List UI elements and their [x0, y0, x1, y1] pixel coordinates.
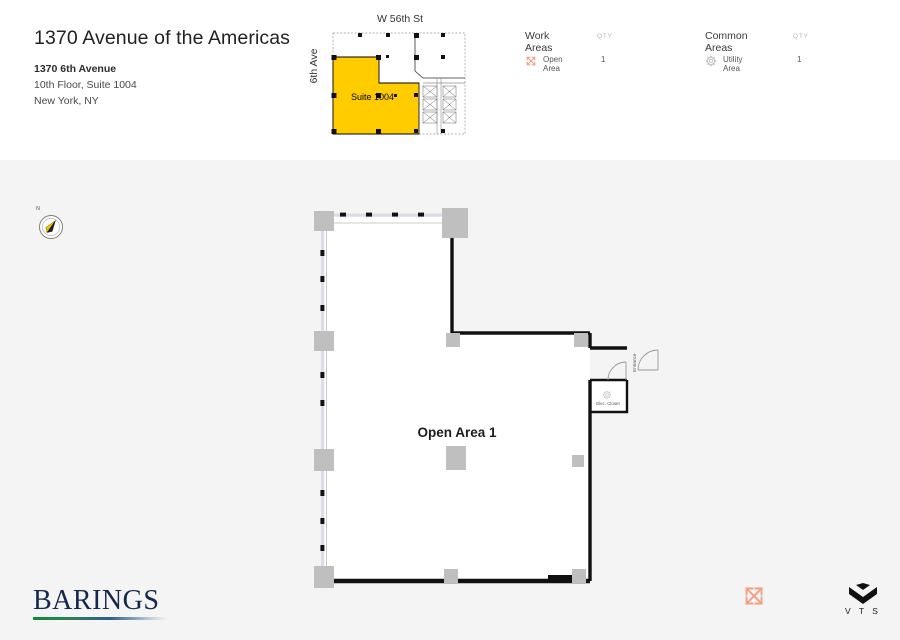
- legend-label-utility-area: Utility Area: [723, 55, 743, 73]
- page-title: 1370 Avenue of the Americas: [34, 27, 291, 49]
- key-plan-graphic: Suite 1004: [331, 32, 466, 135]
- legend-common-qty-header: QTY: [793, 33, 809, 40]
- gear-icon: [705, 55, 717, 67]
- bottom-door-segment: [548, 575, 572, 582]
- expand-arrows-icon: [526, 56, 536, 66]
- barings-wordmark: BARINGS: [33, 585, 160, 616]
- barings-logo: BARINGS: [33, 586, 213, 626]
- key-plan-avenue-label: 6th Ave: [308, 48, 320, 84]
- open-area-label: Open Area 1: [417, 425, 497, 440]
- vts-wordmark: V T S: [845, 606, 881, 616]
- floor-plan-canvas[interactable]: Elec. Closet Entrance: [300, 200, 763, 605]
- floor-plan-graphic: Elec. Closet Entrance: [314, 208, 659, 588]
- entrance-label: Entrance: [632, 353, 637, 372]
- entrance-door: [637, 349, 659, 371]
- legend-work-qty-header: QTY: [597, 33, 613, 40]
- compass-rose[interactable]: N: [36, 206, 66, 240]
- address-line-1: 1370 6th Avenue: [34, 63, 117, 75]
- expand-arrows-icon: [745, 587, 763, 605]
- svg-text:Suite 1004: Suite 1004: [351, 92, 394, 102]
- barings-rule: [33, 617, 166, 620]
- address-line-2: 10th Floor, Suite 1004: [34, 79, 137, 91]
- legend-work-title: Work Areas: [525, 30, 553, 54]
- title-block: 1370 Avenue of the Americas 1370 6th Ave…: [34, 27, 290, 107]
- vts-logo[interactable]: V T S: [840, 583, 886, 625]
- key-plan-street-label: W 56th St: [376, 13, 424, 25]
- legend-qty-utility-area: 1: [797, 55, 802, 64]
- key-plan[interactable]: W 56th St 6th Ave Suite 1004: [300, 5, 500, 145]
- legend-qty-open-area: 1: [601, 55, 606, 64]
- address-line-3: New York, NY: [34, 95, 99, 107]
- legend-label-open-area: Open Area: [543, 55, 563, 73]
- floor-fill: [324, 216, 627, 581]
- elec-closet-label: Elec. Closet: [596, 401, 620, 406]
- legend-common-title: Common Areas: [705, 30, 748, 54]
- header-bar: 1370 Avenue of the Americas 1370 6th Ave…: [0, 0, 900, 160]
- compass-icon: [39, 215, 63, 239]
- vts-chevron-logo-icon: [849, 583, 877, 604]
- closet-door: [607, 361, 627, 381]
